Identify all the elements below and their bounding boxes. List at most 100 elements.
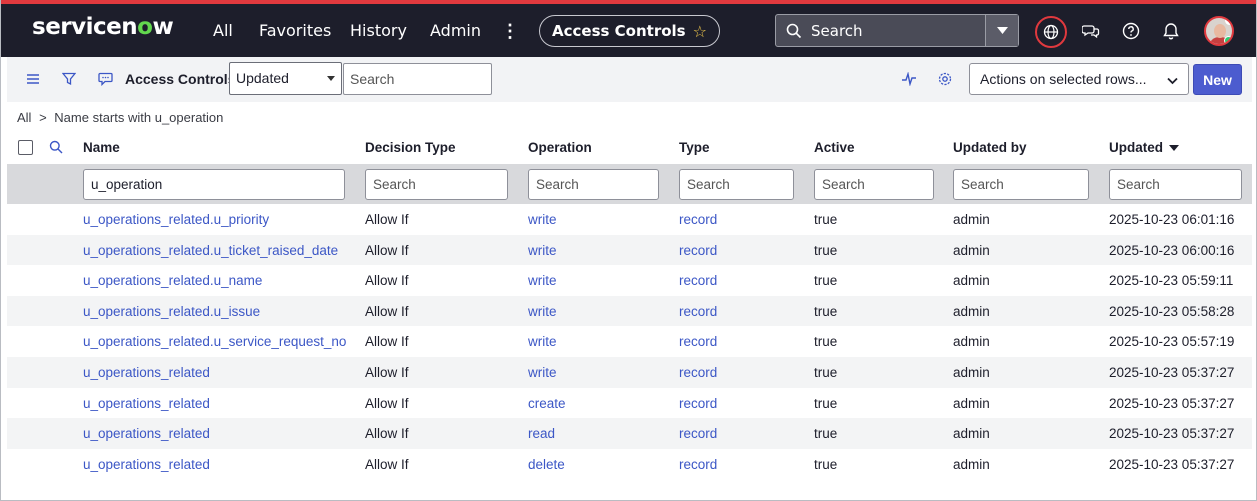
cell-updated: 2025-10-23 05:37:27 xyxy=(1109,364,1235,380)
help-button[interactable] xyxy=(1119,19,1143,43)
column-header-decision-type[interactable]: Decision Type xyxy=(365,140,456,155)
logo-text-o: o xyxy=(137,14,153,40)
cell-updated-by: admin xyxy=(953,426,990,442)
filter-name-input[interactable]: u_operation xyxy=(83,169,345,200)
column-header-updated[interactable]: Updated xyxy=(1109,140,1179,155)
cell-updated: 2025-10-23 06:00:16 xyxy=(1109,242,1235,258)
online-status-dot xyxy=(1224,36,1232,44)
filter-active-input[interactable]: Search xyxy=(814,169,934,200)
notifications-button[interactable] xyxy=(1159,19,1183,43)
list-activity-button[interactable] xyxy=(95,69,115,89)
table-row: u_operations_related Allow If write reco… xyxy=(7,356,1252,388)
cell-type-link[interactable]: record xyxy=(679,212,717,227)
search-field-select[interactable]: Updated xyxy=(229,62,342,95)
cell-type-link[interactable]: record xyxy=(679,457,717,472)
cell-operation-link[interactable]: write xyxy=(528,365,557,380)
cell-active: true xyxy=(814,456,838,472)
cell-updated: 2025-10-23 06:01:16 xyxy=(1109,212,1235,227)
cell-operation-link[interactable]: delete xyxy=(528,457,565,472)
filter-operation-input[interactable]: Search xyxy=(528,169,659,200)
cell-operation-link[interactable]: write xyxy=(528,304,557,319)
context-pill-label: Access Controls xyxy=(552,22,686,40)
cell-name-link[interactable]: u_operations_related.u_priority xyxy=(83,212,269,227)
table-row: u_operations_related.u_service_request_n… xyxy=(7,326,1252,357)
user-avatar[interactable]: ↑ xyxy=(1204,16,1234,46)
cell-name-link[interactable]: u_operations_related.u_name xyxy=(83,273,262,288)
cell-name-link[interactable]: u_operations_related.u_ticket_raised_dat… xyxy=(83,243,338,258)
connect-chat-icon xyxy=(1082,25,1100,39)
cell-active: true xyxy=(814,303,838,319)
cell-updated-by: admin xyxy=(953,212,990,227)
column-header-type[interactable]: Type xyxy=(679,140,710,155)
nav-admin[interactable]: Admin xyxy=(430,21,481,40)
cell-updated: 2025-10-23 05:59:11 xyxy=(1109,273,1234,289)
cell-name-link[interactable]: u_operations_related.u_issue xyxy=(83,304,260,319)
list-menu-button[interactable] xyxy=(23,69,43,89)
search-scope-dropdown[interactable] xyxy=(985,15,1018,46)
filter-updated-input[interactable]: Search xyxy=(1109,169,1242,200)
cell-active: true xyxy=(814,395,838,411)
filter-updated-by-input[interactable]: Search xyxy=(953,169,1089,200)
column-header-updated-label: Updated xyxy=(1109,140,1163,155)
cell-type-link[interactable]: record xyxy=(679,304,717,319)
cell-decision-type: Allow If xyxy=(365,426,409,442)
cell-operation-link[interactable]: write xyxy=(528,212,557,227)
select-all-checkbox[interactable] xyxy=(18,140,33,155)
nav-favorites[interactable]: Favorites xyxy=(259,21,331,40)
new-button[interactable]: New xyxy=(1193,64,1242,95)
cell-active: true xyxy=(814,364,838,380)
globe-button[interactable] xyxy=(1035,16,1067,48)
column-header-active[interactable]: Active xyxy=(814,140,855,155)
cell-name-link[interactable]: u_operations_related.u_service_request_n… xyxy=(83,334,346,349)
cell-type-link[interactable]: record xyxy=(679,426,717,441)
context-pill-access-controls[interactable]: Access Controls ☆ xyxy=(539,15,720,47)
global-search[interactable]: Search xyxy=(775,14,1019,47)
cell-operation-link[interactable]: write xyxy=(528,273,557,288)
cell-name-link[interactable]: u_operations_related xyxy=(83,426,210,441)
more-menu-icon[interactable]: ⋮ xyxy=(501,21,519,41)
cell-operation-link[interactable]: create xyxy=(528,396,566,411)
cell-decision-type: Allow If xyxy=(365,242,409,258)
logo-text-start: servicen xyxy=(32,14,138,40)
column-header-name[interactable]: Name xyxy=(83,140,120,155)
breadcrumb-filter[interactable]: Name starts with u_operation xyxy=(54,110,223,125)
actions-on-selected-rows-select[interactable]: Actions on selected rows... xyxy=(969,63,1189,95)
cell-name-link[interactable]: u_operations_related xyxy=(83,457,210,472)
cell-operation-link[interactable]: read xyxy=(528,426,555,441)
cell-name-link[interactable]: u_operations_related xyxy=(83,396,210,411)
globe-icon xyxy=(1043,24,1059,40)
cell-decision-type: Allow If xyxy=(365,273,409,289)
cell-type-link[interactable]: record xyxy=(679,273,717,288)
column-search-toggle[interactable] xyxy=(49,140,63,159)
column-header-updated-by[interactable]: Updated by xyxy=(953,140,1027,155)
cell-operation-link[interactable]: write xyxy=(528,243,557,258)
global-search-input[interactable]: Search xyxy=(811,22,863,40)
cell-type-link[interactable]: record xyxy=(679,365,717,380)
cell-active: true xyxy=(814,273,838,289)
filter-decision-type-input[interactable]: Search xyxy=(365,169,508,200)
favorite-star-icon[interactable]: ☆ xyxy=(693,22,707,41)
nav-history[interactable]: History xyxy=(350,21,407,40)
activity-stream-button[interactable] xyxy=(899,69,919,89)
cell-name-link[interactable]: u_operations_related xyxy=(83,365,210,380)
breadcrumb-all[interactable]: All xyxy=(17,110,31,125)
table-body: u_operations_related.u_priority Allow If… xyxy=(7,204,1252,479)
filter-button[interactable] xyxy=(59,69,79,89)
chevron-down-icon xyxy=(996,27,1008,34)
cell-type-link[interactable]: record xyxy=(679,243,717,258)
avatar-face xyxy=(1214,24,1226,38)
cell-decision-type: Allow If xyxy=(365,212,409,227)
column-header-operation[interactable]: Operation xyxy=(528,140,592,155)
cell-type-link[interactable]: record xyxy=(679,334,717,349)
list-settings-button[interactable] xyxy=(935,69,955,89)
cell-type-link[interactable]: record xyxy=(679,396,717,411)
caret-down-icon xyxy=(327,76,335,81)
servicenow-logo[interactable]: servicenow xyxy=(32,14,174,40)
cell-updated-by: admin xyxy=(953,242,990,258)
connect-chat-button[interactable] xyxy=(1079,19,1103,43)
cell-operation-link[interactable]: write xyxy=(528,334,557,349)
list-search-input[interactable]: Search xyxy=(343,63,492,95)
filter-type-input[interactable]: Search xyxy=(679,169,794,200)
cell-decision-type: Allow If xyxy=(365,456,409,472)
nav-all[interactable]: All xyxy=(213,21,233,40)
